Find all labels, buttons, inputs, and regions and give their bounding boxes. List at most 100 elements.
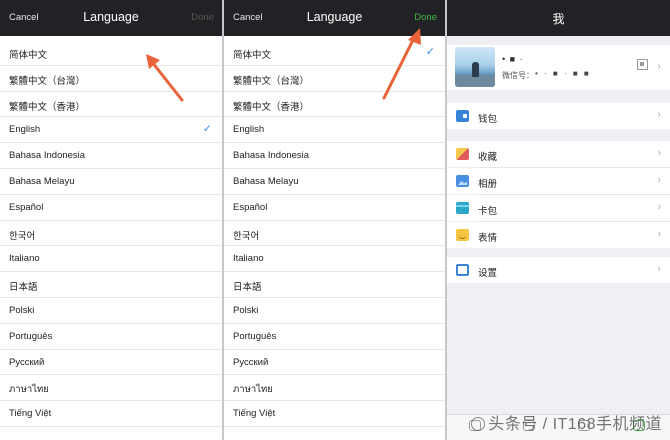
language-option[interactable]: 日本語 <box>0 272 222 298</box>
language-option[interactable]: Русский <box>224 350 445 376</box>
language-label: Русский <box>9 356 45 368</box>
done-button-disabled[interactable]: Done <box>191 12 214 23</box>
wechat-id-value: • · ■ · ■ ■ <box>535 69 591 78</box>
language-option[interactable]: Bahasa Indonesia <box>0 143 222 169</box>
language-label: Português <box>233 330 277 342</box>
cancel-button[interactable]: Cancel <box>9 12 39 23</box>
tab-contacts[interactable] <box>523 420 535 431</box>
favorites-icon <box>456 148 469 160</box>
language-option[interactable]: 简体中文 ✓ <box>224 40 445 66</box>
language-label: Bahasa Melayu <box>233 175 299 187</box>
language-option[interactable]: 日本語 <box>224 272 445 298</box>
language-label: Polski <box>9 304 35 316</box>
language-list: 简体中文 ✓ 繁體中文（台灣） 繁體中文（香港） English Bahasa Indon… <box>224 40 445 427</box>
language-option[interactable]: 한국어 <box>224 221 445 247</box>
menu-item-cards[interactable]: 卡包 › <box>447 195 670 221</box>
language-option[interactable]: 繁體中文（台灣） <box>0 66 222 92</box>
language-option[interactable]: Bahasa Melayu <box>0 169 222 195</box>
language-option[interactable]: Polski <box>0 298 222 324</box>
language-label: 日本語 <box>233 282 262 294</box>
language-option[interactable]: Español <box>0 195 222 221</box>
menu-item-label: 表情 <box>478 233 498 244</box>
nav-title: 我 <box>552 12 565 26</box>
language-label: 简体中文 <box>233 50 272 61</box>
language-label: Tiếng Việt <box>233 408 276 420</box>
language-option[interactable]: 한국어 <box>0 221 222 247</box>
menu-item-settings[interactable]: 设置 › <box>447 257 670 283</box>
language-label: 繁體中文（香港） <box>233 101 310 113</box>
menu-item-label: 卡包 <box>478 206 498 217</box>
done-button[interactable]: Done <box>414 12 437 23</box>
language-option[interactable]: Русский <box>0 350 222 376</box>
language-label: Tiếng Việt <box>9 408 52 420</box>
language-option[interactable]: English <box>224 117 445 144</box>
menu-item-album[interactable]: 相册 › <box>447 168 670 194</box>
qr-code-icon[interactable] <box>637 59 648 70</box>
checkmark-icon: ✓ <box>202 123 212 136</box>
language-option[interactable]: Bahasa Melayu <box>224 169 445 195</box>
language-option[interactable]: 简体中文 <box>0 40 222 66</box>
language-option[interactable]: 繁體中文（香港） <box>0 92 222 118</box>
language-label: 繁體中文（台灣） <box>233 75 310 87</box>
chevron-right-icon: › <box>657 174 661 186</box>
nav-bar: 我 <box>447 0 670 36</box>
chevron-right-icon: › <box>657 228 661 240</box>
chevron-right-icon: › <box>657 147 661 159</box>
language-label: 繁體中文（台灣） <box>9 75 86 87</box>
language-option[interactable]: Tiếng Việt <box>0 401 222 427</box>
chevron-right-icon: › <box>657 109 661 121</box>
language-screen-after: Cancel Language Done 简体中文 ✓ 繁體中文（台灣） 繁體中文（香… <box>224 0 445 440</box>
language-label: Italiano <box>233 253 264 265</box>
tab-chats[interactable] <box>469 420 481 431</box>
language-label: ภาษาไทย <box>233 384 273 396</box>
menu-item-stickers[interactable]: 表情 › <box>447 222 670 248</box>
language-label: English <box>9 124 41 136</box>
language-label: 한국어 <box>233 230 260 242</box>
profile-row[interactable]: • ■ · 微信号： • · ■ · ■ ■ › <box>447 45 670 90</box>
language-option[interactable]: ภาษาไทย <box>0 375 222 402</box>
menu-item-favorites[interactable]: 收藏 › <box>447 141 670 167</box>
wallet-icon <box>456 110 469 122</box>
language-label: ภาษาไทย <box>9 384 49 396</box>
emoji-icon <box>456 229 469 241</box>
menu-item-label: 收藏 <box>478 152 498 163</box>
language-label: 日本語 <box>9 282 38 294</box>
chevron-right-icon: › <box>657 61 661 73</box>
language-label: Bahasa Melayu <box>9 175 75 187</box>
menu-item-wallet[interactable]: 钱包 › <box>447 103 670 129</box>
language-option[interactable]: Polski <box>224 298 445 324</box>
language-option[interactable]: 繁體中文（台灣） <box>224 66 445 92</box>
chevron-right-icon: › <box>657 263 661 275</box>
language-option[interactable]: Tiếng Việt <box>224 401 445 427</box>
language-label: Bahasa Indonesia <box>9 150 86 162</box>
checkmark-icon: ✓ <box>425 46 435 58</box>
language-screen-before: Cancel Language Done 简体中文 繁體中文（台灣） 繁體中文（香港… <box>0 0 222 440</box>
tab-me[interactable] <box>633 420 645 431</box>
language-option[interactable]: Português <box>224 324 445 350</box>
language-label: Bahasa Indonesia <box>233 150 310 162</box>
language-label: 简体中文 <box>9 50 48 61</box>
language-option[interactable]: Bahasa Indonesia <box>224 143 445 169</box>
nav-bar: Cancel Language Done <box>224 0 445 36</box>
wechat-id-label: 微信号： <box>502 71 534 80</box>
tab-discover[interactable] <box>578 420 590 431</box>
language-option[interactable]: Italiano <box>224 246 445 273</box>
language-option[interactable]: Italiano <box>0 246 222 273</box>
cancel-button[interactable]: Cancel <box>233 12 263 23</box>
menu-item-label: 相册 <box>478 179 498 190</box>
nickname: • ■ · <box>502 54 524 64</box>
language-option[interactable]: ภาษาไทย <box>224 375 445 402</box>
menu-item-label: 钱包 <box>478 114 498 125</box>
album-icon <box>456 175 469 187</box>
me-screen: 我 • ■ · 微信号： • · ■ · ■ ■ › 钱包 › 收藏 › 相册 … <box>447 0 670 440</box>
language-label: Italiano <box>9 253 40 265</box>
language-option[interactable]: 繁體中文（香港） <box>224 92 445 118</box>
language-label: Polski <box>233 304 259 316</box>
language-option[interactable]: Português <box>0 324 222 350</box>
language-label: Español <box>9 201 44 213</box>
avatar <box>455 47 495 87</box>
language-label: 한국어 <box>9 230 36 242</box>
language-option[interactable]: English ✓ <box>0 117 222 144</box>
language-option[interactable]: Español <box>224 195 445 221</box>
card-icon <box>456 202 469 214</box>
